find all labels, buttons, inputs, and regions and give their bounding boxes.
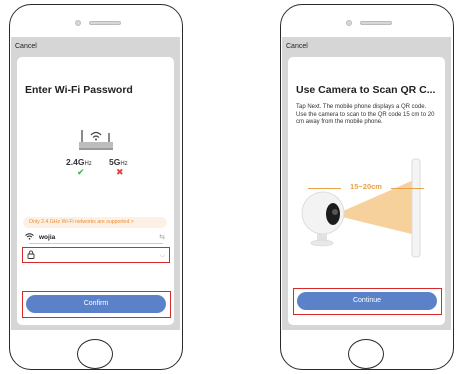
- check-icon: ✔: [77, 167, 85, 177]
- confirm-button-highlight: Confirm: [22, 291, 171, 318]
- security-camera-icon: [301, 191, 345, 247]
- band-24ghz-label: 2.4GHz: [66, 157, 92, 167]
- speaker-grill: [360, 21, 392, 25]
- distance-line-left: [308, 188, 341, 189]
- switch-network-icon[interactable]: ⇆: [159, 233, 165, 241]
- band-support-notice[interactable]: Only 2.4 GHz Wi-Fi networks are supporte…: [23, 217, 167, 228]
- lock-icon: [27, 250, 35, 261]
- wifi-icon: [25, 233, 34, 242]
- distance-label: 15~20cm: [350, 182, 382, 191]
- divider: [29, 243, 163, 244]
- phone-side-icon: [411, 158, 421, 258]
- home-button[interactable]: [348, 339, 384, 369]
- scan-qr-card: Use Camera to Scan QR C... Tap Next. The…: [288, 57, 445, 325]
- continue-button-highlight: Continue: [293, 288, 442, 315]
- right-screen: Cancel Use Camera to Scan QR C... Tap Ne…: [282, 37, 451, 330]
- page-title: Use Camera to Scan QR C...: [296, 84, 436, 96]
- distance-indicator: 15~20cm: [288, 182, 445, 194]
- scan-illustration: [288, 157, 445, 277]
- toggle-visibility-icon[interactable]: ◡: [160, 251, 165, 258]
- front-camera-icon: [346, 20, 352, 26]
- left-phone-frame: Cancel Enter Wi-Fi Password 2.4GHz 5GHz …: [9, 4, 183, 370]
- cancel-button[interactable]: Cancel: [15, 43, 37, 50]
- speaker-grill: [89, 21, 121, 25]
- wifi-password-card: Enter Wi-Fi Password 2.4GHz 5GHz ✔ ✖ Onl…: [17, 57, 174, 325]
- page-title: Enter Wi-Fi Password: [25, 84, 133, 96]
- band-5ghz-label: 5GHz: [109, 157, 128, 167]
- wifi-ssid: wojia: [39, 234, 56, 241]
- password-input[interactable]: [39, 249, 149, 260]
- cancel-button[interactable]: Cancel: [286, 43, 308, 50]
- left-screen: Cancel Enter Wi-Fi Password 2.4GHz 5GHz …: [11, 37, 180, 330]
- continue-button[interactable]: Continue: [297, 292, 437, 310]
- wifi-network-row[interactable]: wojia ⇆: [25, 231, 167, 245]
- distance-line-right: [391, 188, 424, 189]
- front-camera-icon: [75, 20, 81, 26]
- home-button[interactable]: [77, 339, 113, 369]
- confirm-button[interactable]: Confirm: [26, 295, 166, 313]
- password-field-highlight: ◡: [22, 247, 170, 263]
- right-phone-frame: Cancel Use Camera to Scan QR C... Tap Ne…: [280, 4, 454, 370]
- cross-icon: ✖: [116, 167, 124, 177]
- scan-instructions: Tap Next. The mobile phone displays a QR…: [296, 104, 435, 125]
- router-icon: [79, 130, 113, 150]
- router-illustration: 2.4GHz 5GHz ✔ ✖: [17, 109, 174, 184]
